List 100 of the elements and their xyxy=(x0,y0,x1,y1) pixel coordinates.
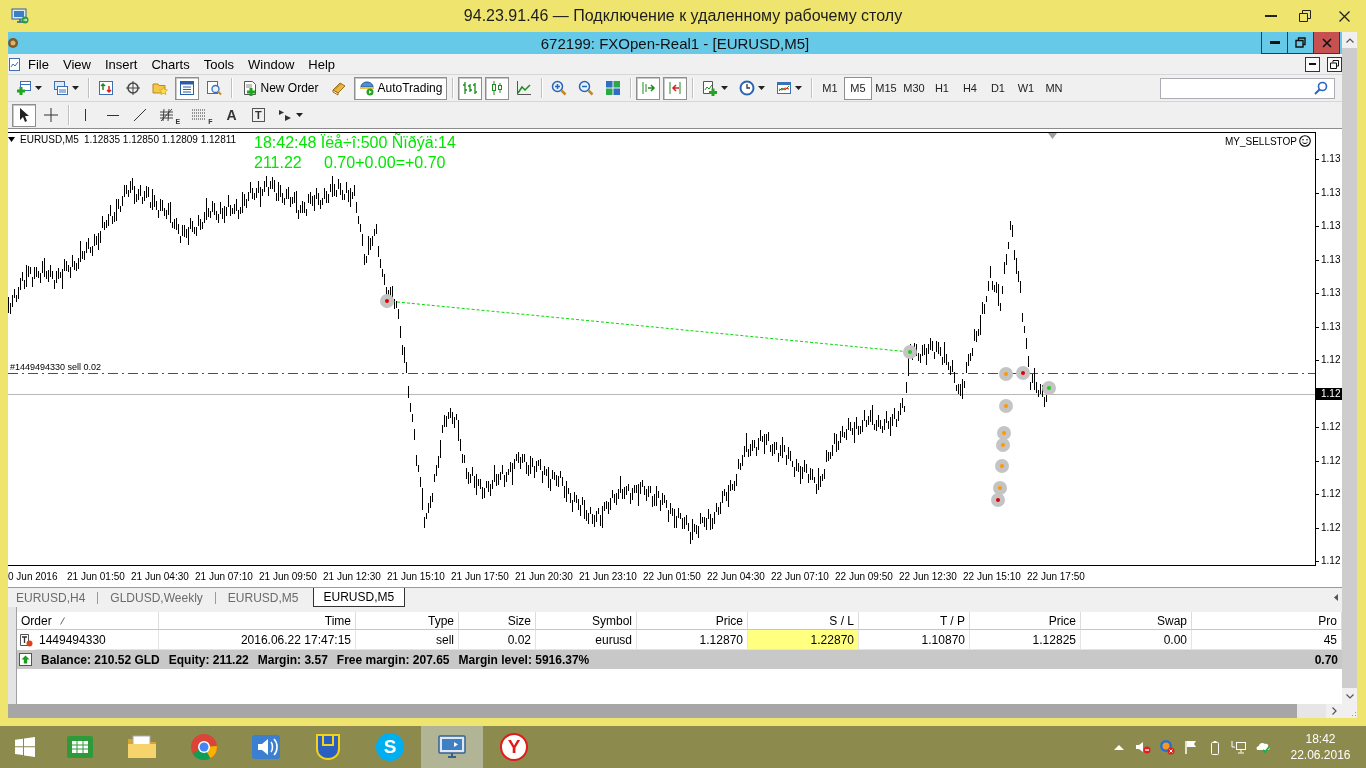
clock-date[interactable]: 22.06.2016 xyxy=(1290,748,1351,762)
timeframe-button[interactable]: H4 xyxy=(955,76,984,100)
document-plus-icon xyxy=(241,80,258,96)
clock-time[interactable]: 18:42 xyxy=(1305,732,1336,746)
time-axis-label: 21 Jun 15:10 xyxy=(387,570,446,582)
menu-item[interactable]: File xyxy=(21,54,56,74)
time-axis-label: 22 Jun 01:50 xyxy=(643,570,702,582)
timeframe-button[interactable]: M30 xyxy=(899,76,928,100)
price-axis-label: 1.12 xyxy=(1316,488,1342,500)
timeframe-button[interactable]: M1 xyxy=(815,76,844,100)
column-header[interactable]: Price xyxy=(970,612,1081,630)
column-header[interactable]: Order xyxy=(17,612,159,630)
trade-marker-icon xyxy=(993,481,1007,495)
time-axis-label: 21 Jun 04:30 xyxy=(131,570,190,582)
dotted-lines-icon xyxy=(191,107,208,123)
bars-arrow-right-icon xyxy=(640,80,657,96)
column-header[interactable]: T / P xyxy=(859,612,970,630)
chart-tab[interactable]: GLDUSD,Weekly xyxy=(102,588,211,607)
menu-item[interactable]: Insert xyxy=(97,54,145,74)
column-header[interactable]: Pro xyxy=(1192,612,1342,630)
time-axis-label: 21 Jun 12:30 xyxy=(323,570,382,582)
app-logo: S xyxy=(376,733,404,761)
chart-window-icon xyxy=(776,80,793,96)
window-plus-icon xyxy=(15,80,32,96)
text-label-button[interactable]: T xyxy=(246,103,271,127)
chart-tab[interactable]: EURUSD,H4 xyxy=(8,588,94,607)
dropdown-triangle-icon xyxy=(8,137,15,142)
time-axis-label: 21 Jun 07:10 xyxy=(195,570,254,582)
menu-item[interactable]: Charts xyxy=(144,54,197,74)
chart-shift-marker-icon xyxy=(1048,133,1057,139)
hatched-lines-icon xyxy=(158,107,175,123)
bar-chart-button[interactable] xyxy=(458,76,483,100)
triangle-left-icon[interactable] xyxy=(1334,594,1338,601)
hat-play-icon xyxy=(358,80,375,96)
zoom-in-icon xyxy=(551,80,568,96)
new-order-button[interactable]: New Order xyxy=(236,76,324,100)
search-field[interactable] xyxy=(1160,77,1335,99)
time-axis-label: 22 Jun 12:30 xyxy=(899,570,958,582)
close-button[interactable] xyxy=(1313,32,1340,54)
menu-item[interactable]: View xyxy=(55,54,98,74)
taskbar-button[interactable] xyxy=(421,726,483,768)
column-header[interactable]: Swap xyxy=(1081,612,1192,630)
timeframe-button[interactable]: H1 xyxy=(927,76,956,100)
text-tool-button[interactable]: A xyxy=(219,103,244,127)
taskbar-button[interactable]: Y xyxy=(483,726,545,768)
timeframe-button[interactable]: M15 xyxy=(871,76,900,100)
horizontal-scrollbar[interactable] xyxy=(8,704,1342,718)
column-header[interactable]: Price xyxy=(637,612,748,630)
network-icon[interactable] xyxy=(1231,739,1247,755)
column-header[interactable]: S / L xyxy=(748,612,859,630)
account-figure: Balance: 210.52 GLD xyxy=(41,652,160,667)
price-axis-label: 1.12 xyxy=(1316,421,1342,433)
cursor-button[interactable] xyxy=(11,103,36,127)
table-cell: 0.00 xyxy=(1081,630,1192,650)
restore-button[interactable] xyxy=(1327,56,1342,72)
zoom-out-icon xyxy=(578,80,595,96)
profit-formula: 0.70+0.00=+0.70 xyxy=(324,153,446,173)
order-ticket-icon xyxy=(19,633,33,647)
column-header[interactable]: Type xyxy=(356,612,459,630)
time-axis-label: 22 Jun 17:50 xyxy=(1027,570,1086,582)
table-cell: eurusd xyxy=(536,630,637,650)
table-cell: 45 xyxy=(1192,630,1342,650)
menu-item[interactable]: Help xyxy=(301,54,343,74)
chart-ohlc: 1.12835 1.12850 1.12809 1.12811 xyxy=(83,134,237,145)
menu-item[interactable]: Tools xyxy=(196,54,242,74)
round-status-icon[interactable] xyxy=(1159,739,1175,755)
triangle-up-icon[interactable] xyxy=(1114,744,1124,750)
column-header[interactable]: Symbol xyxy=(536,612,637,630)
column-header[interactable]: Time xyxy=(159,612,356,630)
chart-shift-button[interactable] xyxy=(663,76,688,100)
battery-icon[interactable] xyxy=(1211,739,1219,755)
auto-scroll-button[interactable] xyxy=(636,76,661,100)
muted-speaker-icon[interactable] xyxy=(1135,739,1151,755)
chart-tab[interactable]: EURUSD,M5 xyxy=(219,588,307,607)
timeframe-button[interactable]: MN xyxy=(1039,76,1068,100)
menu-item[interactable]: Window xyxy=(241,54,302,74)
terminal-button[interactable] xyxy=(174,76,199,100)
vertical-scrollbar[interactable] xyxy=(1342,32,1357,704)
time-axis-label: 21 Jun 01:50 xyxy=(67,570,126,582)
price-axis-label: 1.13 xyxy=(1316,320,1342,333)
time-axis-label: 22 Jun 04:30 xyxy=(707,570,766,582)
timeframe-button[interactable]: W1 xyxy=(1011,76,1040,100)
restore-icon xyxy=(1330,59,1339,69)
chart-tab[interactable]: EURUSD,M5 xyxy=(312,588,406,607)
timeframe-button[interactable]: M5 xyxy=(843,76,872,100)
smiley-icon xyxy=(1299,135,1311,147)
column-header[interactable]: Size xyxy=(459,612,536,630)
flag-icon[interactable] xyxy=(1183,739,1199,755)
account-figure: Margin: 3.57 xyxy=(257,652,328,667)
minimize-icon xyxy=(1265,15,1277,17)
expert-name: MY_SELLSTOP xyxy=(1224,135,1297,147)
minimize-button[interactable] xyxy=(1305,56,1320,72)
auto-trading-button[interactable]: AutoTrading xyxy=(353,76,448,100)
vertical-line-icon xyxy=(84,109,87,121)
time-axis-label: 21 Jun 17:50 xyxy=(451,570,510,582)
timeframe-button[interactable]: D1 xyxy=(983,76,1012,100)
tiles-icon xyxy=(605,80,622,96)
candlestick-button[interactable] xyxy=(485,76,510,100)
time-axis-label: 22 Jun 09:50 xyxy=(835,570,894,582)
account-figure: Equity: 211.22 xyxy=(168,652,249,667)
